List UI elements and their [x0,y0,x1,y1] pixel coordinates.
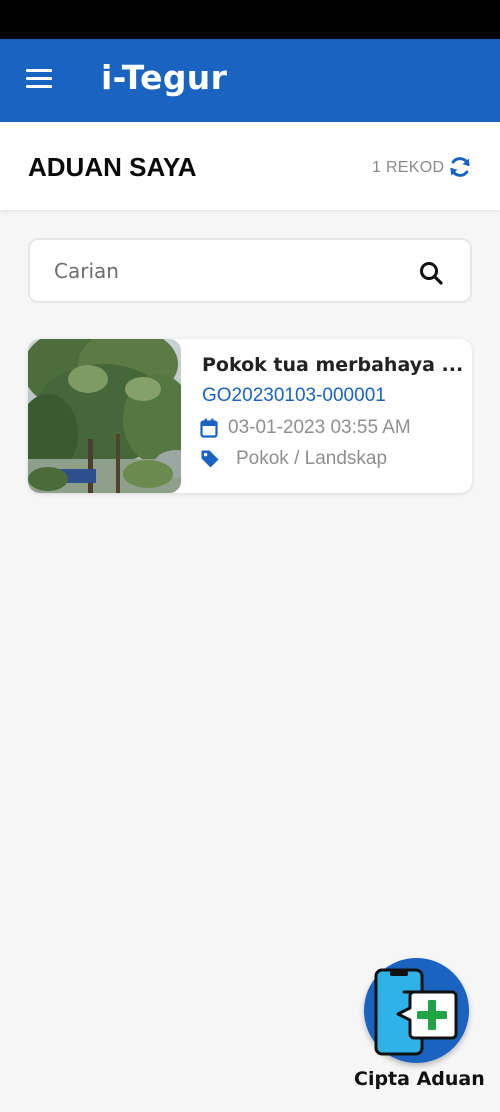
calendar-icon [200,418,218,438]
new-complaint-phone-icon [374,968,458,1056]
hamburger-menu-icon[interactable] [26,69,52,89]
complaint-photo [28,339,181,493]
tag-icon [201,450,219,468]
complaint-card[interactable]: Pokok tua merbahaya ... GO20230103-00000… [28,339,472,493]
complaint-title: Pokok tua merbahaya ... [202,354,464,376]
app-bar: i-Tegur [0,39,500,122]
search-input[interactable] [54,252,414,290]
create-complaint-label[interactable]: Cipta Aduan [354,1068,485,1090]
record-count: 1 REKOD [372,159,445,176]
create-complaint-button[interactable] [364,958,469,1063]
complaint-category: Pokok / Landskap [236,448,388,469]
complaint-reference: GO20230103-000001 [202,385,386,406]
app-title: i-Tegur [101,58,228,97]
complaint-datetime: 03-01-2023 03:55 AM [228,417,411,438]
search-box [28,238,472,303]
complaint-category-row: Pokok / Landskap [200,447,387,471]
refresh-icon[interactable] [448,155,472,179]
page-title: ADUAN SAYA [28,152,197,182]
status-bar [0,0,500,39]
complaint-date-row: 03-01-2023 03:55 AM [200,416,411,440]
search-icon[interactable] [418,260,444,286]
page-header: ADUAN SAYA 1 REKOD [0,122,500,210]
